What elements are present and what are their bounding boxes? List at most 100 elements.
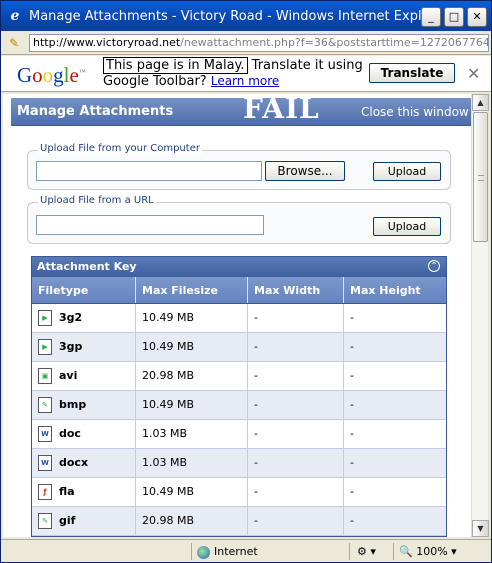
filetype-label: 3gp xyxy=(59,340,83,353)
table-row: ▶ 3g2 10.49 MB - - xyxy=(32,304,446,333)
learn-more-link[interactable]: Learn more xyxy=(211,74,279,88)
column-header-max-width: Max Width xyxy=(248,277,344,303)
max-width-cell: - xyxy=(248,304,344,332)
upload-url-legend: Upload File from a URL xyxy=(38,195,156,206)
table-row: Wdoc 1.03 MB - - xyxy=(32,420,446,449)
max-width-cell: - xyxy=(248,333,344,361)
google-logo: Google™ xyxy=(17,63,86,87)
page-icon: ✎ xyxy=(9,35,20,50)
max-filesize-cell: 10.49 MB xyxy=(136,333,248,361)
image-file-icon: ✎ xyxy=(38,397,52,413)
translate-message-line2: Google Toolbar? Learn more xyxy=(103,74,279,89)
attachment-key-header[interactable]: Attachment Key ⌃ xyxy=(32,257,446,277)
max-height-cell: - xyxy=(350,398,354,411)
page-viewport: Manage Attachments FAIL Close this windo… xyxy=(3,94,471,537)
translate-prompt: Translate it using xyxy=(251,58,363,73)
scrollbar-thumb[interactable] xyxy=(473,112,488,242)
close-button[interactable]: ✕ xyxy=(467,7,487,27)
url-field[interactable]: http://www.victoryroad.net/newattachment… xyxy=(29,33,489,52)
max-width-cell: - xyxy=(248,420,344,448)
flash-file-icon: ƒ xyxy=(38,484,52,500)
filetype-label: 3g2 xyxy=(59,311,83,324)
close-window-link[interactable]: Close this window xyxy=(361,105,469,119)
attachment-key-title: Attachment Key xyxy=(37,260,137,273)
translate-bar-close-icon[interactable]: ✕ xyxy=(467,64,480,83)
browse-button[interactable]: Browse... xyxy=(265,161,345,181)
max-filesize-cell: 10.49 MB xyxy=(136,391,248,419)
browser-window: e Manage Attachments - Victory Road - Wi… xyxy=(0,0,492,563)
upload-computer-legend: Upload File from your Computer xyxy=(38,143,202,154)
max-width-cell: - xyxy=(248,391,344,419)
title-bar[interactable]: e Manage Attachments - Victory Road - Wi… xyxy=(1,1,491,31)
filetype-cell: Wdoc xyxy=(32,420,136,448)
zone-label: Internet xyxy=(214,545,258,558)
max-filesize-cell: 1.03 MB xyxy=(136,449,248,477)
window-title: Manage Attachments - Victory Road - Wind… xyxy=(29,8,429,24)
filetype-cell: ƒ fla xyxy=(32,478,136,506)
max-height-cell: - xyxy=(350,514,354,527)
table-header-row: Filetype Max Filesize Max Width Max Heig… xyxy=(32,277,446,304)
max-filesize-cell: 10.49 MB xyxy=(136,304,248,332)
protected-mode-icon[interactable]: ⚙ ▾ xyxy=(357,543,376,560)
filetype-cell: ▣ avi xyxy=(32,362,136,390)
fail-overlay-text: FAIL xyxy=(243,94,320,125)
max-filesize-cell: 20.98 MB xyxy=(136,362,248,390)
max-filesize-cell: 10.49 MB xyxy=(136,478,248,506)
upload-computer-section: Upload File from your Computer Browse...… xyxy=(27,143,451,190)
toolbar-question: Google Toolbar? xyxy=(103,74,207,89)
page-header: Manage Attachments FAIL Close this windo… xyxy=(11,94,471,126)
translate-button[interactable]: Translate xyxy=(369,63,455,83)
max-width-cell: - xyxy=(248,362,344,390)
status-divider xyxy=(349,543,350,560)
url-input[interactable] xyxy=(36,215,264,235)
grip-icon xyxy=(478,175,484,181)
scroll-down-arrow-icon[interactable]: ▼ xyxy=(472,520,489,537)
minimize-button[interactable]: _ xyxy=(421,7,441,27)
table-row: ✎ gif 20.98 MB - - xyxy=(32,507,446,536)
language-detected: This page is in Malay. xyxy=(103,57,248,74)
max-height-cell: - xyxy=(350,427,354,440)
status-divider xyxy=(393,543,394,560)
movie-file-icon: ▣ xyxy=(38,368,52,384)
collapse-icon[interactable]: ⌃ xyxy=(428,260,440,272)
image-file-icon: ✎ xyxy=(38,513,52,529)
zoom-control[interactable]: 🔍 100% ▾ xyxy=(399,543,457,560)
attachment-key-table: Attachment Key ⌃ Filetype Max Filesize M… xyxy=(31,256,447,537)
filetype-cell: ✎ gif xyxy=(32,507,136,535)
zoom-icon: 🔍 xyxy=(399,545,413,558)
upload-file-button[interactable]: Upload xyxy=(373,162,441,181)
video-file-icon: ▶ xyxy=(38,339,52,355)
table-row: ▣ avi 20.98 MB - - xyxy=(32,362,446,391)
filetype-label: avi xyxy=(59,369,78,382)
security-zone: Internet xyxy=(197,543,258,560)
filetype-label: doc xyxy=(59,427,81,440)
vertical-scrollbar[interactable]: ▲ ▼ xyxy=(471,94,489,537)
filetype-label: gif xyxy=(59,514,76,527)
max-height-cell: - xyxy=(350,456,354,469)
status-bar: Internet ⚙ ▾ 🔍 100% ▾ xyxy=(1,539,491,562)
table-row: ▶ 3gp 10.49 MB - - xyxy=(32,333,446,362)
upload-url-section: Upload File from a URL Upload xyxy=(27,195,451,244)
upload-url-button[interactable]: Upload xyxy=(373,217,441,236)
max-width-cell: - xyxy=(248,478,344,506)
table-row: Wdocx 1.03 MB - - xyxy=(32,449,446,478)
globe-icon xyxy=(197,545,210,559)
column-header-max-height: Max Height xyxy=(350,284,421,297)
file-path-input[interactable] xyxy=(36,161,262,181)
column-header-max-filesize: Max Filesize xyxy=(136,277,248,303)
maximize-button[interactable]: □ xyxy=(444,7,464,27)
filetype-cell: ▶ 3gp xyxy=(32,333,136,361)
max-height-cell: - xyxy=(350,340,354,353)
table-row: ƒ fla 10.49 MB - - xyxy=(32,478,446,507)
scroll-up-arrow-icon[interactable]: ▲ xyxy=(472,94,489,111)
translate-message: This page is in Malay. Translate it usin… xyxy=(103,57,363,74)
table-body: ▶ 3g2 10.49 MB - - ▶ 3gp 10.49 MB - - ▣ avi… xyxy=(32,304,446,536)
word-document-icon: W xyxy=(38,455,52,471)
column-header-filetype: Filetype xyxy=(32,277,136,303)
filetype-label: fla xyxy=(59,485,75,498)
ie-logo-icon: e xyxy=(10,8,20,24)
max-width-cell: - xyxy=(248,507,344,535)
max-height-cell: - xyxy=(350,311,354,324)
max-width-cell: - xyxy=(248,449,344,477)
page-title: Manage Attachments xyxy=(17,104,174,119)
